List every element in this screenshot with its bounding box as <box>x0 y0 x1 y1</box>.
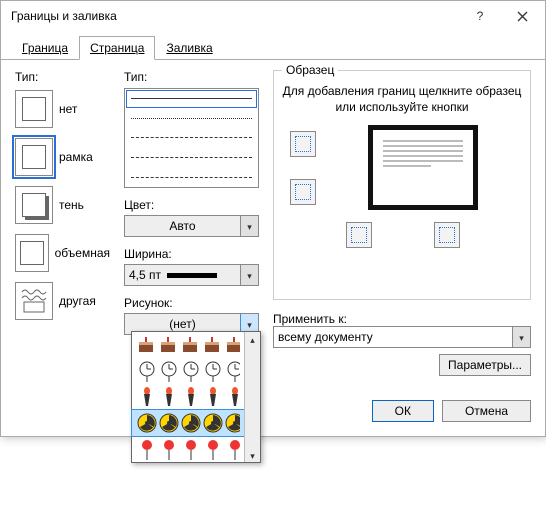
tab-bar: Граница Страница Заливка <box>1 35 545 60</box>
tab-fill[interactable]: Заливка <box>155 36 223 60</box>
width-value: 4,5 пт <box>125 265 240 285</box>
width-label: Ширина: <box>124 247 259 261</box>
radiation-icon <box>136 412 240 434</box>
close-button[interactable] <box>501 2 543 30</box>
line-type-label: Тип: <box>124 70 259 84</box>
sample-fieldset: Образец Для добавления границ щелкните о… <box>273 70 531 300</box>
border-left-button[interactable] <box>346 222 372 248</box>
color-value: Авто <box>125 216 240 236</box>
setting-custom-icon <box>15 282 53 320</box>
cake-icon <box>136 334 240 356</box>
width-combo[interactable]: 4,5 пт <box>124 264 259 286</box>
art-label: Рисунок: <box>124 296 259 310</box>
setting-shadow-label: тень <box>59 198 84 212</box>
line-style-solid[interactable] <box>125 89 258 109</box>
apply-to-combo[interactable]: всему документу <box>273 326 531 348</box>
line-style-dotted[interactable] <box>125 109 258 129</box>
art-dropdown-popup <box>131 331 261 463</box>
setting-none-label: нет <box>59 102 77 116</box>
border-bottom-button[interactable] <box>290 179 316 205</box>
setting-custom-label: другая <box>59 294 96 308</box>
line-style-dashed[interactable] <box>125 148 258 168</box>
art-option-lollipops[interactable] <box>132 436 244 462</box>
clock-icon <box>136 360 240 382</box>
chevron-down-icon <box>247 317 252 331</box>
preview-column: Образец Для добавления границ щелкните о… <box>273 70 531 376</box>
apply-to-value: всему документу <box>274 327 512 347</box>
sample-message: Для добавления границ щелкните образец и… <box>282 83 522 115</box>
width-sample-icon <box>167 273 217 278</box>
setting-shadow[interactable]: тень <box>15 184 110 226</box>
tab-border[interactable]: Граница <box>11 36 79 60</box>
art-option-clocks[interactable] <box>132 358 244 384</box>
close-icon <box>517 11 528 22</box>
chevron-down-icon <box>247 268 252 282</box>
chevron-down-icon <box>519 330 524 344</box>
line-style-list[interactable] <box>124 88 259 188</box>
border-right-button[interactable] <box>434 222 460 248</box>
options-button[interactable]: Параметры... <box>439 354 531 376</box>
setting-label: Тип: <box>15 70 110 84</box>
chevron-down-icon <box>247 219 252 233</box>
setting-none[interactable]: нет <box>15 88 110 130</box>
borders-shading-dialog: Границы и заливка ? Граница Страница Зал… <box>0 0 546 437</box>
dialog-title: Границы и заливка <box>11 9 459 23</box>
sample-legend: Образец <box>282 63 338 77</box>
color-combo[interactable]: Авто <box>124 215 259 237</box>
apply-to-label: Применить к: <box>273 312 531 326</box>
setting-box-label: рамка <box>59 150 93 164</box>
border-top-button[interactable] <box>290 131 316 157</box>
color-label: Цвет: <box>124 198 259 212</box>
line-style-dash-dot[interactable] <box>125 167 258 187</box>
art-option-radiation[interactable] <box>132 410 244 436</box>
setting-box-icon <box>15 138 53 176</box>
color-drop[interactable] <box>240 216 258 236</box>
cancel-button[interactable]: Отмена <box>442 400 531 422</box>
tab-page[interactable]: Страница <box>79 36 155 60</box>
setting-shadow-icon <box>15 186 53 224</box>
art-option-cakes[interactable] <box>132 332 244 358</box>
dialog-footer: ОК Отмена <box>1 390 545 436</box>
line-style-dashed-fine[interactable] <box>125 128 258 148</box>
setting-3d[interactable]: объемная <box>15 232 110 274</box>
art-popup-scrollbar[interactable] <box>244 332 260 462</box>
help-button[interactable]: ? <box>459 2 501 30</box>
title-bar: Границы и заливка ? <box>1 1 545 31</box>
setting-3d-label: объемная <box>55 246 110 260</box>
setting-3d-icon <box>15 234 49 272</box>
lollipop-icon <box>136 438 240 460</box>
width-drop[interactable] <box>240 265 258 285</box>
scroll-down-icon <box>250 448 255 462</box>
setting-custom[interactable]: другая <box>15 280 110 322</box>
art-option-torches[interactable] <box>132 384 244 410</box>
setting-column: Тип: нет рамка тень объемная <box>15 70 110 376</box>
setting-box[interactable]: рамка <box>15 136 110 178</box>
setting-none-icon <box>15 90 53 128</box>
apply-to-drop[interactable] <box>512 327 530 347</box>
ok-button[interactable]: ОК <box>372 400 434 422</box>
scroll-up-icon <box>250 332 255 346</box>
page-preview[interactable] <box>368 125 478 210</box>
torch-icon <box>136 386 240 408</box>
